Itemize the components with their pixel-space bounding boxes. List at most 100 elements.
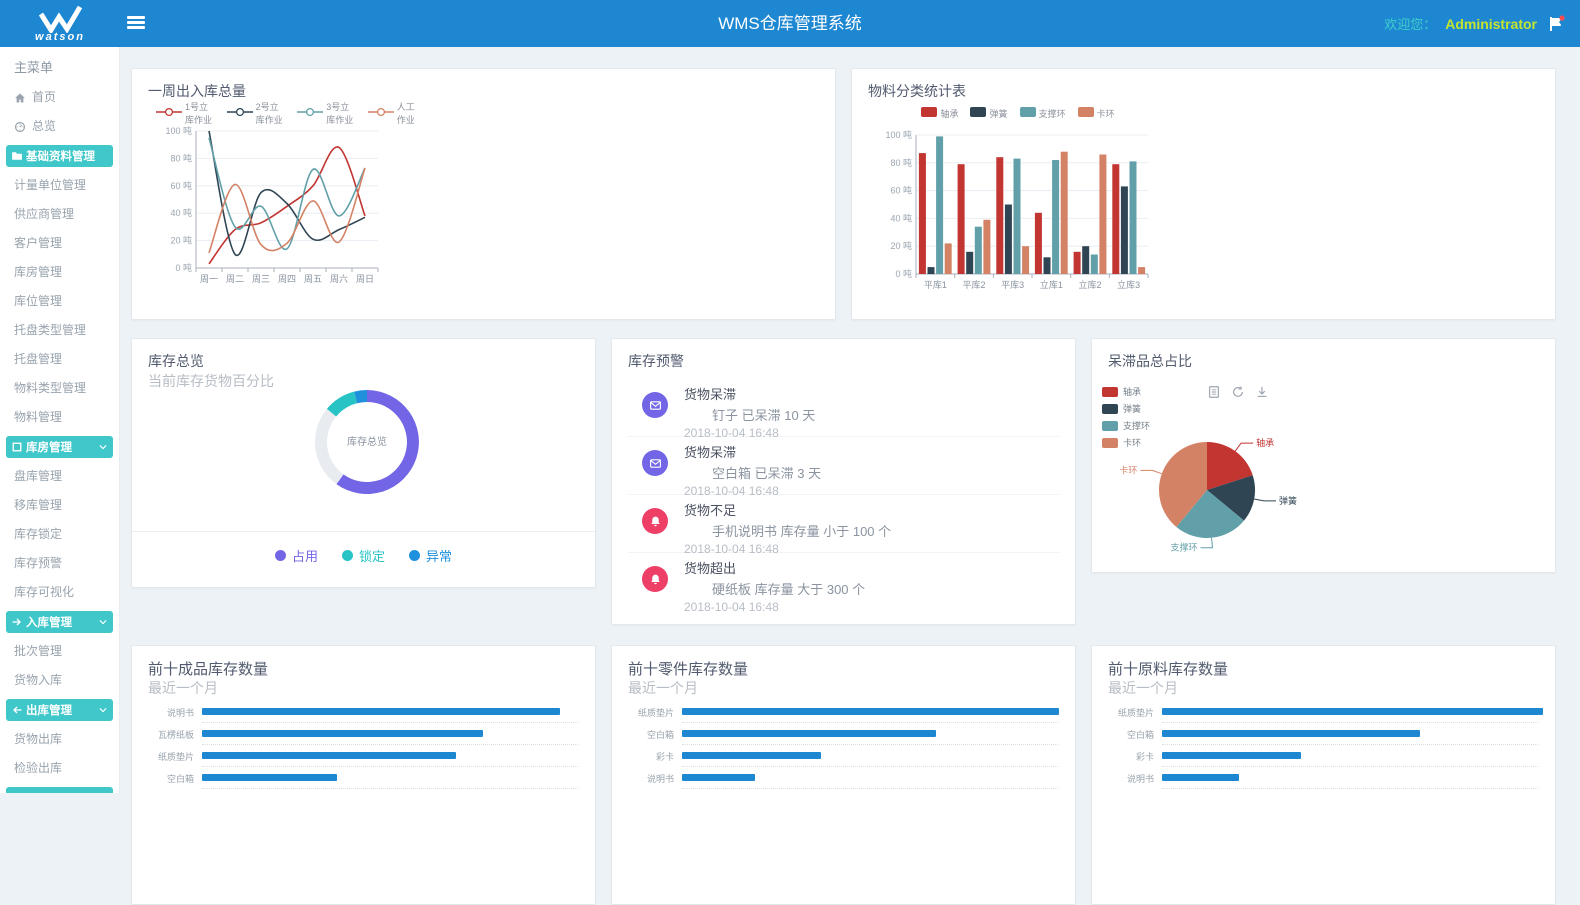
legend-item[interactable]: 异常: [409, 546, 452, 565]
hbar-row[interactable]: 纸质垫片: [622, 702, 1063, 724]
legend-item[interactable]: 支撑环: [1020, 107, 1066, 120]
sidebar-item[interactable]: 货物入库: [0, 666, 119, 695]
sidebar-group-label: 出库管理: [26, 702, 72, 718]
legend-item[interactable]: 弹簧: [970, 107, 1007, 120]
hbar-row[interactable]: 彩卡: [1102, 746, 1543, 768]
sidebar-item[interactable]: 货物出库: [0, 725, 119, 754]
hbar-row[interactable]: 彩卡: [622, 746, 1063, 768]
svg-text:周五: 周五: [304, 274, 322, 284]
alert-message: 钉子 已呆滞 10 天: [684, 405, 1059, 424]
hbar-gridline: [682, 788, 1058, 789]
inventory-overview-donut-chart[interactable]: 库存总览: [132, 367, 595, 527]
svg-text:立库2: 立库2: [1078, 279, 1101, 290]
sidebar-item[interactable]: 检验出库: [0, 754, 119, 783]
sidebar-group-row: [0, 783, 119, 793]
hbar-bar: [682, 774, 755, 781]
sidebar-item[interactable]: 客户管理: [0, 229, 119, 258]
hbar-row[interactable]: 纸质垫片: [1102, 702, 1543, 724]
hbar-category-label: 瓦楞纸板: [142, 728, 194, 741]
hbar-bar: [682, 752, 821, 759]
top-finished-hbar-chart[interactable]: 说明书瓦楞纸板纸质垫片空白箱: [142, 702, 583, 790]
card-weekly-io: 一周出入库总量 1号立库作业2号立库作业3号立库作业人工作业 0 吨20 吨40…: [131, 68, 836, 320]
sidebar-group[interactable]: 基础资料管理: [6, 145, 113, 167]
sidebar-item[interactable]: 物料类型管理: [0, 374, 119, 403]
card-top-raw: 前十原料库存数量 最近一个月 纸质垫片空白箱彩卡说明书: [1091, 645, 1556, 905]
sidebar-item[interactable]: 库存锁定: [0, 520, 119, 549]
sidebar-item-label: 库位管理: [14, 287, 62, 316]
folder-icon: [11, 150, 23, 162]
sidebar-item[interactable]: 批次管理: [0, 637, 119, 666]
sidebar-item-label: 托盘类型管理: [14, 316, 86, 345]
weekly-io-line-chart[interactable]: 0 吨20 吨40 吨60 吨80 吨100 吨周一周二周三周四周五周六周日: [156, 121, 416, 291]
chart-legend[interactable]: 1号立库作业2号立库作业3号立库作业人工作业: [156, 105, 416, 121]
legend-swatch-icon: [970, 107, 986, 119]
sidebar-item[interactable]: 物料管理: [0, 403, 119, 432]
sidebar-item[interactable]: 托盘类型管理: [0, 316, 119, 345]
username[interactable]: Administrator: [1445, 16, 1537, 32]
legend-item[interactable]: 卡环: [1078, 107, 1115, 120]
legend-item[interactable]: 锁定: [342, 546, 385, 565]
svg-text:60 吨: 60 吨: [890, 185, 912, 196]
sidebar-item-label: 计量单位管理: [14, 171, 86, 200]
legend-item[interactable]: 轴承: [921, 107, 958, 120]
sidebar-item-label: 托盘管理: [14, 345, 62, 374]
sidebar-item[interactable]: 首页: [0, 83, 119, 112]
sidebar-group[interactable]: 库房管理: [6, 436, 113, 458]
legend-label: 轴承: [940, 107, 958, 120]
sidebar-item-label: 库存锁定: [14, 520, 62, 549]
hbar-row[interactable]: 空白箱: [1102, 724, 1543, 746]
hbar-row[interactable]: 说明书: [142, 702, 583, 724]
sidebar-item[interactable]: 托盘管理: [0, 345, 119, 374]
top-raw-hbar-chart[interactable]: 纸质垫片空白箱彩卡说明书: [1102, 702, 1543, 790]
sidebar-item[interactable]: 计量单位管理: [0, 171, 119, 200]
sidebar-group[interactable]: 出库管理: [6, 699, 113, 721]
sidebar-item-label: 检验出库: [14, 754, 62, 783]
hbar-row[interactable]: 纸质垫片: [142, 746, 583, 768]
hbar-bar: [202, 730, 483, 737]
stagnant-ratio-pie-chart[interactable]: 轴承弹簧支撑环卡环: [1092, 379, 1555, 574]
sidebar-group-partial[interactable]: [6, 787, 113, 793]
sidebar-item[interactable]: 供应商管理: [0, 200, 119, 229]
hbar-row[interactable]: 瓦楞纸板: [142, 724, 583, 746]
sidebar-item[interactable]: 库存可视化: [0, 578, 119, 607]
mail-icon: [642, 450, 668, 476]
notification-flag-icon[interactable]: [1546, 14, 1566, 34]
legend-label: 卡环: [1097, 107, 1115, 120]
sidebar-item[interactable]: 库存预警: [0, 549, 119, 578]
svg-text:周二: 周二: [226, 274, 244, 284]
sidebar-group[interactable]: 入库管理: [6, 611, 113, 633]
hbar-category-label: 彩卡: [1102, 750, 1154, 763]
alert-message: 硬纸板 库存量 大于 300 个: [684, 579, 1059, 598]
alert-row[interactable]: 货物呆滞钉子 已呆滞 10 天2018-10-04 16:48: [628, 379, 1059, 437]
svg-text:80 吨: 80 吨: [890, 157, 912, 168]
sidebar-item-label: 物料管理: [14, 403, 62, 432]
alert-timestamp: 2018-10-04 16:48: [684, 600, 1059, 614]
alert-row[interactable]: 货物超出硬纸板 库存量 大于 300 个2018-10-04 16:48: [628, 553, 1059, 610]
sidebar-item[interactable]: 库房管理: [0, 258, 119, 287]
hbar-gridline: [1162, 788, 1538, 789]
legend-dot-icon: [409, 550, 420, 561]
legend-swatch-icon: [1078, 107, 1094, 119]
top-parts-hbar-chart[interactable]: 纸质垫片空白箱彩卡说明书: [622, 702, 1063, 790]
hbar-row[interactable]: 说明书: [1102, 768, 1543, 790]
svg-text:周日: 周日: [356, 274, 374, 284]
hbar-row[interactable]: 空白箱: [622, 724, 1063, 746]
donut-legend[interactable]: 占用 锁定 异常: [132, 531, 595, 565]
svg-text:轴承: 轴承: [1256, 437, 1274, 448]
sidebar-item[interactable]: 库位管理: [0, 287, 119, 316]
alert-category: 货物不足: [684, 500, 1059, 519]
legend-item[interactable]: 占用: [275, 546, 318, 565]
alert-row[interactable]: 货物不足手机说明书 库存量 小于 100 个2018-10-04 16:48: [628, 495, 1059, 553]
sidebar-item[interactable]: 移库管理: [0, 491, 119, 520]
sidebar-item[interactable]: 盘库管理: [0, 462, 119, 491]
card-top-parts: 前十零件库存数量 最近一个月 纸质垫片空白箱彩卡说明书: [611, 645, 1076, 905]
hbar-row[interactable]: 空白箱: [142, 768, 583, 790]
sidebar-item[interactable]: 总览: [0, 112, 119, 141]
hbar-row[interactable]: 说明书: [622, 768, 1063, 790]
alert-row[interactable]: 货物呆滞空白箱 已呆滞 3 天2018-10-04 16:48: [628, 437, 1059, 495]
sidebar-group-row: 入库管理: [0, 607, 119, 637]
legend-swatch-icon: [297, 107, 323, 119]
hbar-category-label: 空白箱: [142, 772, 194, 785]
material-stats-bar-chart[interactable]: 0 吨20 吨40 吨60 吨80 吨100 吨平库1平库2平库3立库1立库2立…: [872, 121, 1164, 306]
chart-legend[interactable]: 轴承弹簧支撑环 卡环: [872, 105, 1164, 121]
